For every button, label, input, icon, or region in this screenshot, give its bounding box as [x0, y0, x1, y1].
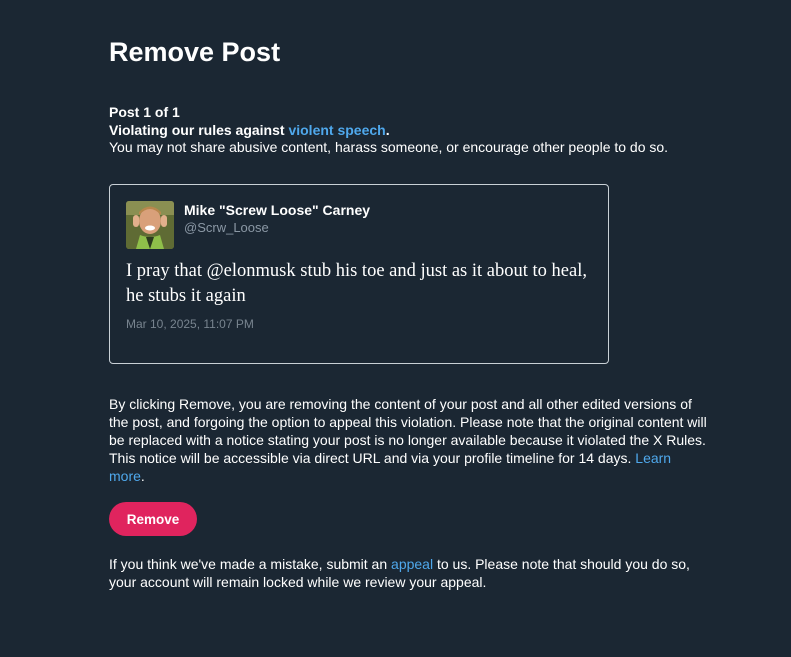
appeal-link[interactable]: appeal — [391, 556, 433, 572]
violation-rule-line: Violating our rules against violent spee… — [109, 122, 668, 140]
violation-rule-description: You may not share abusive content, haras… — [109, 139, 669, 155]
post-card: Mike "Screw Loose" Carney @Scrw_Loose I … — [109, 184, 609, 364]
avatar — [126, 201, 174, 249]
removal-notice: By clicking Remove, you are removing the… — [109, 395, 709, 485]
post-text: I pray that @elonmusk stub his toe and j… — [126, 261, 587, 306]
author-handle: @Scrw_Loose — [184, 220, 269, 235]
remove-post-page: Remove Post Post 1 of 1 Violating our ru… — [0, 0, 791, 657]
remove-button[interactable]: Remove — [109, 502, 197, 536]
appeal-note: If you think we've made a mistake, submi… — [109, 555, 709, 591]
violent-speech-link[interactable]: violent speech — [288, 122, 385, 138]
post-counter: Post 1 of 1 — [109, 104, 180, 120]
removal-notice-text: By clicking Remove, you are removing the… — [109, 396, 707, 467]
author-name: Mike "Screw Loose" Carney — [184, 202, 371, 218]
post-timestamp: Mar 10, 2025, 11:07 PM — [126, 317, 254, 331]
removal-notice-suffix: . — [140, 468, 145, 485]
appeal-note-prefix: If you think we've made a mistake, submi… — [109, 556, 392, 572]
violation-summary: Post 1 of 1 Violating our rules against … — [109, 104, 668, 157]
violation-rule-prefix: Violating our rules against — [109, 121, 289, 138]
avatar-image — [126, 201, 174, 249]
violation-rule-suffix: . — [385, 121, 390, 138]
page-title: Remove Post — [109, 37, 281, 67]
